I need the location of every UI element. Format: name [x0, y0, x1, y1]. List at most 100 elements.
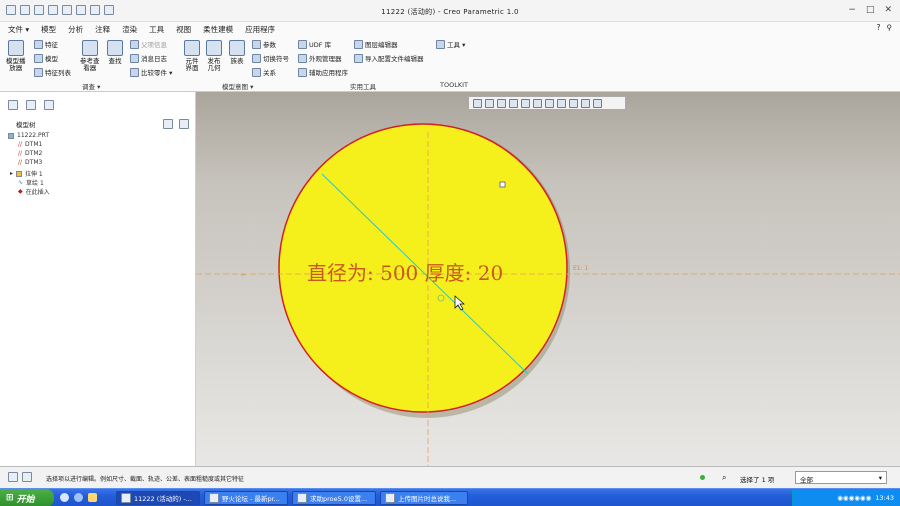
folder-icon[interactable] [44, 100, 54, 110]
tree-item-part[interactable]: 11222.PRT [8, 132, 49, 139]
tree-settings-icon[interactable] [163, 119, 173, 129]
auxiliary-applications-button[interactable]: 辅助应用程序 [298, 67, 348, 77]
compare-part-button[interactable]: 比较零件 ▾ [130, 67, 172, 77]
layers-icon[interactable] [26, 100, 36, 110]
datum-plane-icon: // [18, 150, 23, 157]
switch-symbols-button[interactable]: 切换符号 [252, 53, 289, 63]
feature-icon [34, 39, 43, 49]
toggle-browser-icon[interactable] [22, 472, 32, 482]
task-creo[interactable]: 11222 (活动的) -... [116, 491, 200, 505]
dimension-annotation[interactable]: 直径为: 500 厚度: 20 [307, 261, 503, 285]
task-upload[interactable]: 上传图片时总说我... [380, 491, 468, 505]
drag-handle[interactable] [499, 181, 506, 188]
tools-icon [436, 39, 445, 49]
feature-list-icon [34, 67, 43, 77]
task-help[interactable]: 求助proe5.0设置... [292, 491, 376, 505]
parent-info-icon [130, 39, 139, 49]
datum-plane-icon: // [18, 141, 23, 148]
layer-editor-button[interactable]: 图层编辑器 [354, 39, 398, 49]
quick-launch-browser-icon[interactable] [74, 493, 83, 502]
status-bar: 选择项以进行编辑。例如尺寸、截面、轨迹、公差、表面粗糙度或其它特征 ⌕ 选择了 … [0, 466, 900, 488]
clock: 13:43 [875, 494, 894, 502]
tab-tools[interactable]: 工具 [149, 24, 164, 35]
expand-icon[interactable]: ▸ [10, 170, 13, 177]
start-button[interactable]: ⊞ 开始 [0, 489, 54, 506]
help-icon[interactable]: ? [877, 23, 881, 32]
tray-icons[interactable]: ◉◉◉◉◉◉ [837, 494, 871, 502]
import-config-editor-button[interactable]: 导入配置文件编辑器 [354, 53, 424, 63]
tab-render[interactable]: 渲染 [122, 24, 137, 35]
tree-item-insert-here[interactable]: ◆ 在此插入 [18, 187, 50, 196]
model-tree-panel: 模型树 11222.PRT //DTM1 //DTM2 //DTM3 ▸ 拉伸 1… [0, 92, 196, 466]
chevron-down-icon: ▾ [878, 474, 882, 482]
message-log-icon [130, 53, 139, 63]
tab-view[interactable]: 视图 [176, 24, 191, 35]
graphics-window[interactable]: 直径为: 500 厚度: 20 E1: 1 ∽ [196, 92, 900, 466]
model-player-icon [7, 40, 24, 56]
tab-flexible-modeling[interactable]: 柔性建模 [203, 24, 233, 35]
tree-item-dtm2[interactable]: //DTM2 [18, 150, 42, 157]
insert-arrow-icon: ◆ [18, 188, 23, 195]
tree-item-dtm1[interactable]: //DTM1 [18, 141, 42, 148]
ribbon-tabs: 文件 ▾ 模型 分析 注释 渲染 工具 视图 柔性建模 应用程序 ? ⚲ [0, 22, 900, 36]
appearance-manager-button[interactable]: 外观管理器 [298, 53, 342, 63]
quick-launch-ie-icon[interactable] [60, 493, 69, 502]
window-title: 11222 (活动的) - Creo Parametric 1.0 [381, 8, 519, 16]
family-table-icon [229, 40, 245, 56]
component-interface-icon [184, 40, 200, 56]
minimize-icon[interactable]: − [848, 5, 856, 15]
tab-file[interactable]: 文件 ▾ [8, 24, 29, 35]
reference-viewer-button[interactable]: 参考查 看器 [80, 40, 100, 72]
auxiliary-applications-icon [298, 67, 307, 77]
udf-library-icon [298, 39, 307, 49]
datum-plane-icon: // [18, 159, 23, 166]
search-icon[interactable]: ⚲ [887, 23, 893, 32]
tab-annotate[interactable]: 注释 [95, 24, 110, 35]
parent-info-button[interactable]: 父项信息 [130, 39, 167, 49]
axis-end-marker: ∽ [240, 271, 246, 279]
model-player-button[interactable]: 模型播 放器 [6, 40, 26, 72]
message-log-button[interactable]: 消息日志 [130, 53, 167, 63]
group-model-intent[interactable]: 模型意图 ▾ [222, 81, 253, 91]
toggle-navigator-icon[interactable] [8, 472, 18, 482]
tree-item-sketch[interactable]: ∿ 草绘 1 [18, 178, 44, 187]
sketch-icon: ∿ [18, 179, 24, 186]
model-tree-title: 模型树 [16, 121, 36, 129]
binoculars-icon [107, 40, 123, 56]
selection-filter-select[interactable]: 全部 ▾ [795, 471, 887, 484]
ribbon-tools-tab: 模型播 放器 特征 模型 特征列表 参考查 看器 查找 父项信息 消息日志 比较… [0, 36, 900, 92]
feature-list-button[interactable]: 特征列表 [34, 67, 71, 77]
publish-geometry-button[interactable]: 发布 几何 [206, 40, 222, 72]
family-table-button[interactable]: 族表 [229, 40, 245, 65]
pencil-icon [354, 39, 363, 49]
parameters-button[interactable]: 参数 [252, 39, 276, 49]
tab-model[interactable]: 模型 [41, 24, 56, 35]
tab-applications[interactable]: 应用程序 [245, 24, 275, 35]
task-forum[interactable]: 野火论坛 - 最新pr... [204, 491, 288, 505]
quick-launch-folder-icon[interactable] [88, 493, 97, 502]
component-interface-button[interactable]: 元件 界面 [184, 40, 200, 72]
browser-icon [297, 493, 307, 503]
model-button[interactable]: 模型 [34, 53, 58, 63]
title-bar: 11222 (活动的) - Creo Parametric 1.0 − □ ✕ [0, 0, 900, 22]
maximize-icon[interactable]: □ [866, 5, 875, 15]
datum-tag: E1: 1 [573, 265, 589, 272]
toolkit-tools-button[interactable]: 工具 ▾ [436, 39, 465, 49]
compare-part-icon [130, 67, 139, 77]
udf-library-button[interactable]: UDF 库 [298, 39, 331, 49]
import-config-icon [354, 53, 363, 63]
relations-button[interactable]: 关系 [252, 67, 276, 77]
tree-item-extrude[interactable]: ▸ 拉伸 1 [10, 169, 43, 178]
tree-columns-icon[interactable] [179, 119, 189, 129]
group-utilities: 实用工具 [350, 83, 376, 91]
tree-item-dtm3[interactable]: //DTM3 [18, 159, 42, 166]
feature-button[interactable]: 特征 [34, 39, 58, 49]
status-message: 选择项以进行编辑。例如尺寸、截面、轨迹、公差、表面粗糙度或其它特征 [46, 476, 245, 483]
show-icon[interactable] [8, 100, 18, 110]
tab-analysis[interactable]: 分析 [68, 24, 83, 35]
group-investigate[interactable]: 调查 ▾ [82, 81, 100, 91]
extrude-icon [16, 170, 23, 177]
find-button[interactable]: 查找 [107, 40, 123, 65]
binoculars-icon[interactable]: ⌕ [722, 473, 726, 483]
close-icon[interactable]: ✕ [884, 5, 892, 15]
